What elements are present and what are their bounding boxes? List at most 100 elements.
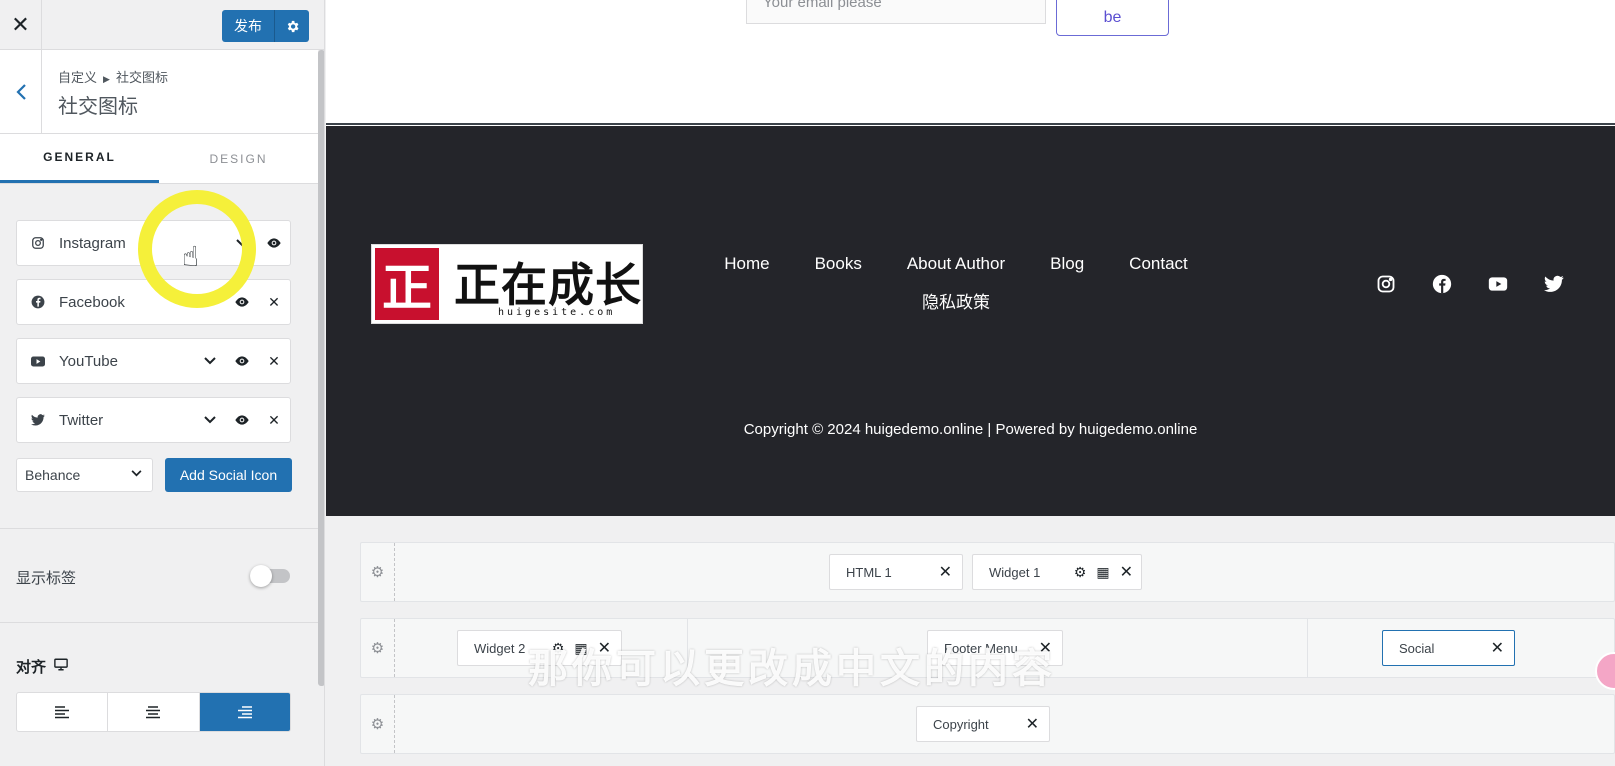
column-separator bbox=[1307, 619, 1308, 677]
chevron-down-icon[interactable] bbox=[202, 357, 218, 365]
breadcrumb-current: 社交图标 bbox=[115, 70, 168, 85]
facebook-icon[interactable] bbox=[1432, 274, 1452, 294]
customizer-root: ✕ 发布 自定义 ▶ 社交图标 社交图标 GENERAL DESIGN Inst… bbox=[0, 0, 1615, 766]
close-customizer-button[interactable]: ✕ bbox=[0, 0, 42, 50]
remove-close-icon[interactable]: ✕ bbox=[266, 412, 282, 429]
back-button[interactable] bbox=[0, 50, 42, 134]
builder-chip-widget1[interactable]: Widget 1 ⚙ ▦ ✕ bbox=[972, 554, 1142, 590]
show-label-toggle[interactable] bbox=[250, 564, 290, 587]
social-item-controls: ✕ bbox=[202, 398, 282, 442]
footer-menu-item-home[interactable]: Home bbox=[724, 254, 769, 274]
footer-menu-item-privacy[interactable]: 隐私政策 bbox=[706, 288, 1206, 313]
alignment-title: 对齐 bbox=[16, 656, 68, 677]
alignment-label: 对齐 bbox=[16, 659, 47, 676]
builder-chip-copyright[interactable]: Copyright ✕ bbox=[916, 706, 1050, 742]
footer-menu-item-blog[interactable]: Blog bbox=[1050, 254, 1084, 274]
publish-settings-gear-icon[interactable] bbox=[275, 10, 309, 42]
footer-menu-item-books[interactable]: Books bbox=[815, 254, 862, 274]
social-item-label: Twitter bbox=[59, 411, 104, 429]
visibility-eye-icon[interactable] bbox=[266, 237, 282, 249]
align-right-button[interactable] bbox=[199, 693, 290, 731]
remove-close-icon[interactable]: ✕ bbox=[266, 294, 282, 311]
align-center-button[interactable] bbox=[108, 693, 200, 731]
social-item-label: Instagram bbox=[59, 234, 126, 252]
sidebar-top-bar: ✕ 发布 bbox=[0, 0, 324, 50]
builder-chip-html1[interactable]: HTML 1 ✕ bbox=[829, 554, 963, 590]
show-label-label: 显示标签 bbox=[16, 570, 77, 587]
align-left-button[interactable] bbox=[17, 693, 109, 731]
footer-social-icons bbox=[1376, 274, 1564, 294]
desktop-monitor-icon[interactable] bbox=[54, 658, 68, 675]
tab-bar: GENERAL DESIGN bbox=[0, 134, 318, 184]
remove-close-icon[interactable]: ✕ bbox=[939, 555, 952, 589]
builder-row-top: ⚙ HTML 1 ✕ Widget 1 ⚙ ▦ ✕ bbox=[360, 542, 1615, 602]
logo-stamp: 正 bbox=[375, 248, 439, 320]
publish-button[interactable]: 发布 bbox=[222, 10, 275, 42]
alignment-button-group bbox=[16, 692, 291, 732]
email-input[interactable]: Your email please bbox=[746, 0, 1046, 24]
remove-close-icon[interactable]: ✕ bbox=[1491, 631, 1504, 665]
row-settings-gear-icon[interactable]: ⚙ bbox=[361, 619, 395, 677]
align-center-icon bbox=[146, 706, 161, 719]
toggle-knob bbox=[250, 565, 272, 587]
breadcrumb-arrow-icon: ▶ bbox=[103, 74, 110, 84]
remove-close-icon[interactable]: ✕ bbox=[266, 353, 282, 370]
chip-label: Copyright bbox=[933, 716, 989, 732]
chip-controls: ⚙ ▦ ✕ bbox=[1074, 555, 1133, 589]
social-item-controls: ✕ bbox=[202, 339, 282, 383]
footer-copyright: Copyright © 2024 huigedemo.online | Powe… bbox=[743, 421, 1198, 438]
section-title: 社交图标 bbox=[58, 96, 138, 118]
customizer-sidebar: ✕ 发布 自定义 ▶ 社交图标 社交图标 GENERAL DESIGN Inst… bbox=[0, 0, 325, 766]
tab-design[interactable]: DESIGN bbox=[159, 134, 318, 183]
visibility-eye-icon[interactable] bbox=[234, 355, 250, 367]
breadcrumb-root: 自定义 bbox=[58, 70, 98, 85]
footer-menu-item-contact[interactable]: Contact bbox=[1129, 254, 1188, 274]
row-settings-gear-icon[interactable]: ⚙ bbox=[361, 543, 395, 601]
select-value: Behance bbox=[25, 467, 81, 483]
align-left-icon bbox=[55, 706, 70, 719]
builder-chip-social[interactable]: Social ✕ bbox=[1382, 630, 1515, 666]
add-social-row: Behance Add Social Icon bbox=[16, 458, 292, 492]
facebook-icon bbox=[17, 295, 59, 309]
section-header: 自定义 ▶ 社交图标 社交图标 bbox=[0, 50, 318, 134]
instagram-icon[interactable] bbox=[1376, 274, 1396, 294]
row-settings-gear-icon[interactable]: ⚙ bbox=[361, 695, 395, 753]
chip-label: Widget 2 bbox=[474, 640, 526, 656]
twitter-icon[interactable] bbox=[1544, 274, 1564, 294]
publish-button-group: 发布 bbox=[222, 10, 309, 42]
gear-icon[interactable]: ⚙ bbox=[1074, 564, 1087, 581]
site-footer: 正 正在成长 huigesite.com Home Books About Au… bbox=[326, 126, 1615, 516]
breadcrumb: 自定义 ▶ 社交图标 bbox=[58, 67, 168, 86]
youtube-icon bbox=[17, 356, 59, 367]
subscribe-button[interactable]: be bbox=[1056, 0, 1169, 36]
align-right-icon bbox=[237, 706, 252, 719]
chevron-left-icon bbox=[15, 84, 26, 100]
footer-menu-item-about[interactable]: About Author bbox=[907, 254, 1005, 274]
chip-label: HTML 1 bbox=[846, 564, 892, 580]
chevron-down-icon bbox=[131, 459, 142, 491]
builder-row-bottom: ⚙ Copyright ✕ bbox=[360, 694, 1615, 754]
newsletter-area: Your email please be bbox=[326, 0, 1615, 125]
chevron-down-icon[interactable] bbox=[202, 416, 218, 424]
layout-grid-icon[interactable]: ▦ bbox=[1096, 564, 1109, 581]
chip-label: Widget 1 bbox=[989, 564, 1041, 580]
section-divider bbox=[0, 622, 318, 623]
footer-menu: Home Books About Author Blog Contact 隐私政… bbox=[706, 254, 1206, 313]
chip-label: Social bbox=[1399, 640, 1435, 656]
visibility-eye-icon[interactable] bbox=[234, 296, 250, 308]
visibility-eye-icon[interactable] bbox=[234, 414, 250, 426]
social-item-youtube[interactable]: YouTube ✕ bbox=[16, 338, 291, 384]
section-divider bbox=[0, 528, 318, 529]
social-network-select[interactable]: Behance bbox=[16, 458, 153, 492]
twitter-icon bbox=[17, 414, 59, 426]
sidebar-scrollbar[interactable] bbox=[318, 50, 324, 686]
hand-cursor-icon: ☝ bbox=[182, 241, 200, 272]
tab-general[interactable]: GENERAL bbox=[0, 134, 159, 183]
social-item-label: YouTube bbox=[59, 352, 118, 370]
youtube-icon[interactable] bbox=[1488, 274, 1508, 294]
site-logo[interactable]: 正 正在成长 huigesite.com bbox=[371, 244, 643, 324]
remove-close-icon[interactable]: ✕ bbox=[1120, 562, 1133, 582]
add-social-icon-button[interactable]: Add Social Icon bbox=[165, 458, 292, 492]
remove-close-icon[interactable]: ✕ bbox=[1026, 707, 1039, 741]
social-item-twitter[interactable]: Twitter ✕ bbox=[16, 397, 291, 443]
